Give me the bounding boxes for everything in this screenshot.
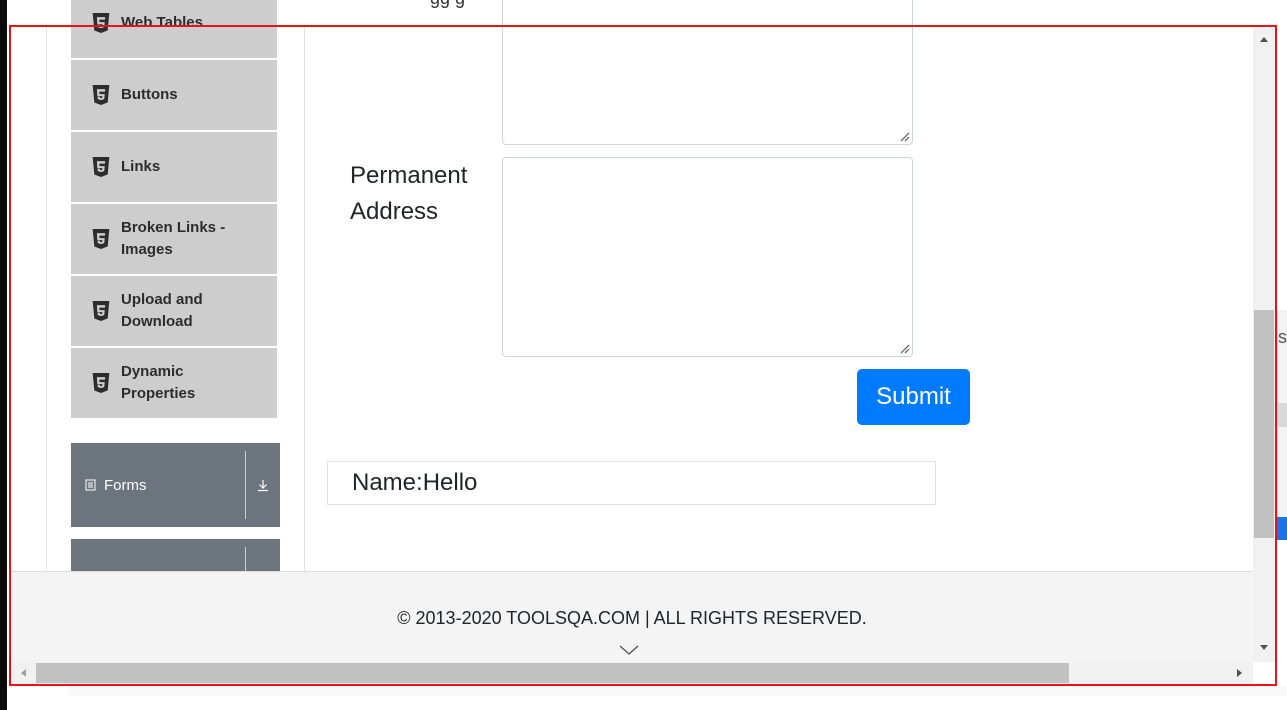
sidebar-border <box>46 27 47 572</box>
footer-copyright: © 2013-2020 TOOLSQA.COM | ALL RIGHTS RES… <box>397 608 867 628</box>
expand-toggle[interactable] <box>246 478 280 492</box>
html5-shield-icon <box>92 373 110 393</box>
vertical-scrollbar-thumb[interactable] <box>1254 310 1274 538</box>
background-window-button <box>1277 517 1287 540</box>
sidebar-item-upload-download[interactable]: Upload and Download <box>71 276 277 346</box>
scroll-right-icon[interactable] <box>1236 668 1244 678</box>
sidebar-item-dynamic-properties[interactable]: Dynamic Properties <box>71 348 277 418</box>
sidebar-group-forms[interactable]: Forms <box>71 443 280 527</box>
sidebar-item-label: Links <box>121 158 161 175</box>
scroll-up-icon[interactable] <box>1259 35 1269 43</box>
sidebar-group-label: Forms <box>104 476 147 494</box>
scroll-down-icon[interactable] <box>1259 644 1269 652</box>
resize-handle-icon[interactable] <box>898 342 910 354</box>
footer: © 2013-2020 TOOLSQA.COM | ALL RIGHTS RES… <box>11 571 1253 663</box>
horizontal-scrollbar-thumb[interactable] <box>36 663 1069 683</box>
bottom-strip <box>68 686 1287 696</box>
output-name-text: Name:Hello <box>352 469 478 496</box>
sidebar-item-broken-links[interactable]: Broken Links - Images <box>71 204 277 274</box>
content-border <box>304 27 305 572</box>
form-icon <box>85 479 96 491</box>
sidebar-item-buttons[interactable]: Buttons <box>71 60 277 130</box>
sidebar-item-label: Dynamic Properties <box>121 363 196 402</box>
permanent-address-label: Permanent Address <box>350 158 480 230</box>
sidebar-item-label: Web Tables <box>121 14 203 31</box>
header-partial-text: gg g <box>430 0 465 9</box>
html5-shield-icon <box>92 301 110 321</box>
sidebar-item-label: Upload and Download <box>121 291 203 330</box>
window-edge <box>0 0 7 710</box>
current-address-textarea[interactable] <box>502 0 913 145</box>
chevron-down-icon[interactable] <box>619 644 639 656</box>
permanent-address-label-text: Permanent Address <box>350 162 468 225</box>
submit-button[interactable]: Submit <box>857 369 970 425</box>
resize-handle-icon[interactable] <box>898 130 910 142</box>
sidebar-item-label: Buttons <box>121 86 178 103</box>
sidebar-item-links[interactable]: Links <box>71 132 277 202</box>
html5-shield-icon <box>92 157 110 177</box>
sidebar-item-web-tables[interactable]: Web Tables <box>71 0 277 58</box>
scroll-left-icon[interactable] <box>19 668 27 678</box>
download-arrow-icon <box>258 480 268 492</box>
html5-shield-icon <box>92 85 110 105</box>
output-name: Name:Hello <box>327 461 936 505</box>
html5-shield-icon <box>92 229 110 249</box>
html5-shield-icon <box>92 13 110 33</box>
background-window-text: sa <box>1278 327 1287 347</box>
background-window-field <box>1277 403 1287 427</box>
permanent-address-textarea[interactable] <box>502 157 913 357</box>
sidebar-item-label: Broken Links - Images <box>121 219 226 258</box>
